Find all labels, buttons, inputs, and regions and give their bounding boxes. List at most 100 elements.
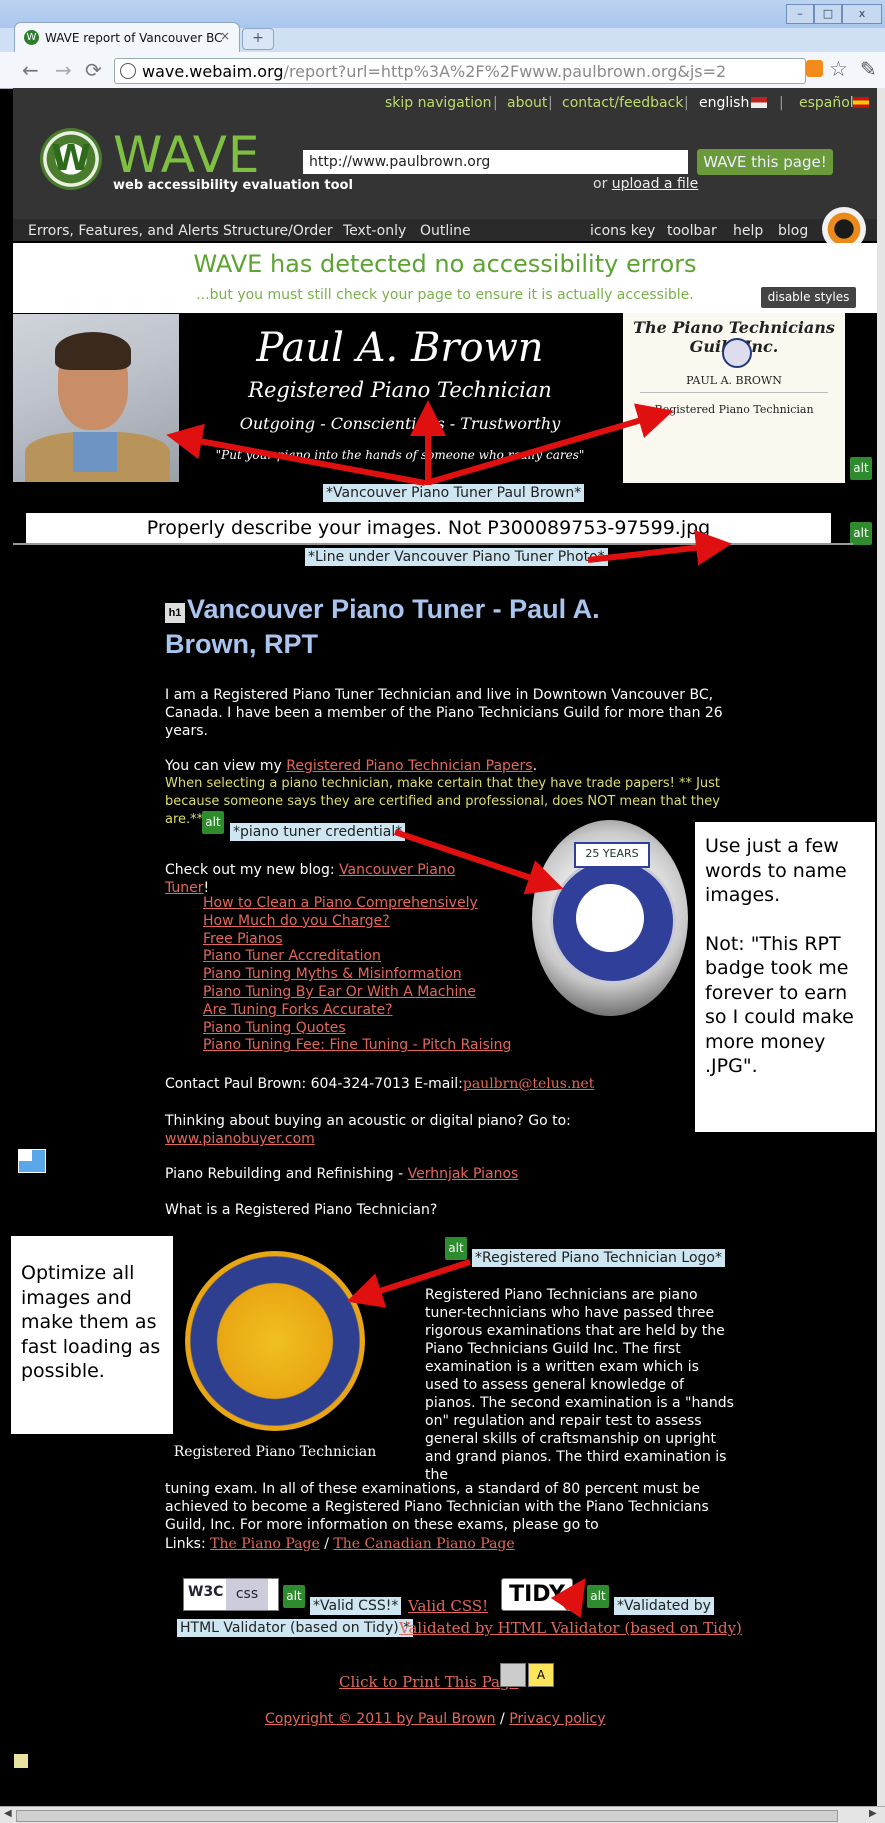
wave-logo-icon[interactable]: W [40,128,102,190]
result-title: WAVE has detected no accessibility error… [193,250,697,278]
star-icon[interactable]: ☆ [829,57,848,81]
scroll-right-icon[interactable]: ▶ [869,1808,877,1819]
badge-years: 25 YEARS [574,842,650,868]
portrait-photo [13,314,179,482]
pianobuyer-link[interactable]: www.pianobuyer.com [165,1131,315,1147]
divider-line [13,543,853,545]
privacy-link[interactable]: Privacy policy [509,1711,605,1727]
printer-icon[interactable] [500,1663,526,1687]
blog-item-link[interactable]: Piano Tuning Quotes [203,1020,346,1036]
certificate-text-lines [640,392,828,443]
disable-styles-button[interactable]: disable styles [761,287,856,308]
nav-separator: | [779,95,784,111]
us-flag-icon [751,97,767,108]
valid-html-link[interactable]: Validated by HTML Validator (based on Ti… [399,1619,742,1637]
verhnjak-link[interactable]: Verhnjak Pianos [408,1166,519,1182]
upload-file-link[interactable]: upload a file [612,176,698,192]
blog-item-link[interactable]: Piano Tuning Fee: Fine Tuning - Pitch Ra… [203,1037,511,1053]
close-window-button[interactable]: x [842,4,882,24]
horizontal-scrollbar[interactable]: ◀ ▶ [0,1806,885,1823]
tidy-alt-label: *Validated by [614,1597,714,1615]
alt-icon[interactable]: alt [850,522,872,545]
url-domain: wave.webaim.org [142,62,284,81]
toolbar-link[interactable]: toolbar [667,223,717,239]
w3c-text: W3C [188,1584,224,1600]
banner-name: Paul A. Brown [256,325,544,371]
links-line: Links: The Piano Page / The Canadian Pia… [165,1536,725,1552]
result-subtitle: ...but you must still check your page to… [196,287,694,303]
tab-text-only[interactable]: Text-only [343,223,406,239]
tidy-alt-label-cont: HTML Validator (based on Tidy) * [177,1619,414,1637]
alt-icon[interactable]: alt [850,457,872,480]
intro-paragraph: I am a Registered Piano Tuner Technician… [165,687,723,739]
icons-key-link[interactable]: icons key [590,223,655,239]
back-icon[interactable]: ← [22,58,39,82]
rss-icon[interactable] [806,60,823,77]
wave-tabs: Errors, Features, and Alerts Structure/O… [13,219,877,241]
blog-item-link[interactable]: Piano Tuning Myths & Misinformation [203,966,462,982]
warning-text: When selecting a piano technician, make … [165,776,721,827]
tab-errors-features-alerts[interactable]: Errors, Features, and Alerts [28,223,219,239]
tiny-image-icon [14,1754,28,1768]
vertical-scrollbar[interactable] [877,88,885,1806]
tab-structure-order[interactable]: Structure/Order [223,223,333,239]
annotation-name-images-line1: Use just a few words to name images. [705,835,847,906]
banner-quote: "Put your piano into the hands of someon… [215,448,585,462]
blog-suffix: ! [203,880,210,896]
about-link[interactable]: about [507,95,547,111]
wrench-icon[interactable]: ✎ [860,57,877,81]
wave-this-page-button[interactable]: WAVE this page! [697,149,833,175]
links-separator: / [319,1536,334,1552]
tidy-badge-icon[interactable]: TIDY [501,1578,573,1611]
alt-icon[interactable]: alt [283,1585,305,1608]
espanol-link[interactable]: español [799,95,854,111]
forward-icon[interactable]: → [55,58,72,82]
email-link[interactable]: paulbrn@telus.net [463,1076,594,1092]
maximize-button[interactable]: □ [814,4,842,24]
papers-link[interactable]: Registered Piano Technician Papers [286,758,532,774]
tab-outline[interactable]: Outline [420,223,471,239]
valid-css-link[interactable]: Valid CSS! [408,1597,488,1615]
blog-item-link[interactable]: Piano Tuner Accreditation [203,948,381,964]
blog-item-link[interactable]: Piano Tuning By Ear Or With A Machine [203,984,476,1000]
help-link[interactable]: help [733,223,763,239]
certificate-seal-icon [722,338,752,368]
copyright-link[interactable]: Copyright © 2011 by Paul Brown [265,1711,496,1727]
url-input[interactable] [303,150,688,174]
new-tab-button[interactable]: + [242,28,274,50]
text-size-icon[interactable]: A [528,1663,554,1687]
canadian-piano-page-link[interactable]: The Canadian Piano Page [333,1536,514,1552]
wave-wordmark: WAVE [113,126,261,184]
credential-alt-label: *piano tuner credential* [230,823,406,841]
english-link[interactable]: english [699,95,749,111]
alt-icon[interactable]: alt [587,1585,609,1608]
tab-close-icon[interactable]: × [220,29,230,43]
browser-tab[interactable]: W WAVE report of Vancouver BC × [14,22,240,53]
certificate-title: Registered Piano Technician [654,403,814,416]
page-heading: h1 Vancouver Piano Tuner - Paul A. Brown,… [165,592,685,662]
skip-navigation-link[interactable]: skip navigation [385,95,492,111]
contact-feedback-link[interactable]: contact/feedback [562,95,683,111]
alt-icon[interactable]: alt [445,1237,467,1260]
papers-prefix: You can view my [165,758,287,774]
blog-item-link[interactable]: Free Pianos [203,931,283,947]
reload-icon[interactable]: ⟳ [85,58,102,82]
blog-item-link[interactable]: Are Tuning Forks Accurate? [203,1002,393,1018]
address-bar[interactable]: wave.webaim.org/report?url=http%3A%2F%2F… [114,58,806,84]
arrow-to-line [587,529,732,566]
line-alt-label: *Line under Vancouver Piano Tuner Photo* [305,548,608,566]
print-page-link[interactable]: Click to Print This Page [339,1673,518,1691]
scroll-left-icon[interactable]: ◀ [4,1808,12,1819]
alt-icon[interactable]: alt [202,811,224,834]
scroll-thumb[interactable] [16,1810,838,1822]
w3c-css-badge-icon[interactable]: W3C css [183,1578,279,1611]
rpt-badge-image: 25 YEARS [532,820,688,1016]
rebuild-prefix: Piano Rebuilding and Refinishing - [165,1166,408,1182]
page-icon [120,63,136,79]
piano-page-link[interactable]: The Piano Page [210,1536,320,1552]
blog-link-list: How to Clean a Piano Comprehensively How… [203,895,563,1055]
blog-item-link[interactable]: How Much do you Charge? [203,913,390,929]
blog-link[interactable]: blog [778,223,808,239]
blog-item-link[interactable]: How to Clean a Piano Comprehensively [203,895,478,911]
minimize-button[interactable]: – [786,4,814,24]
